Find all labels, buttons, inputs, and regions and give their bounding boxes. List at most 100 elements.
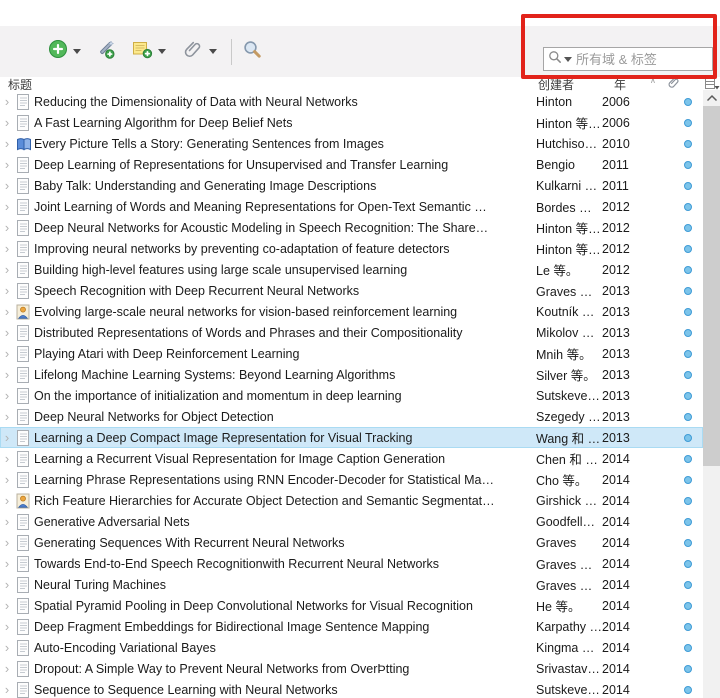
table-row[interactable]: ›Generative Adversarial NetsGoodfell…201… (0, 511, 703, 532)
expand-chevron-icon[interactable]: › (0, 448, 14, 469)
table-row[interactable]: ›Playing Atari with Deep Reinforcement L… (0, 343, 703, 364)
expand-chevron-icon[interactable]: › (0, 301, 14, 322)
expand-chevron-icon[interactable]: › (0, 553, 14, 574)
table-row[interactable]: ›Generating Sequences With Recurrent Neu… (0, 532, 703, 553)
table-row[interactable]: ›Deep Learning of Representations for Un… (0, 154, 703, 175)
journal-article-icon (14, 577, 34, 593)
expand-chevron-icon[interactable]: › (0, 238, 14, 259)
expand-chevron-icon[interactable]: › (0, 364, 14, 385)
library-window: 标题 创建者 年 ∧ ›Reducing the Dimensionality … (0, 0, 720, 698)
attachment-dot-icon (684, 182, 692, 190)
item-title: Learning a Deep Compact Image Representa… (34, 431, 536, 445)
quick-search-box[interactable] (543, 47, 713, 71)
table-row[interactable]: ›Learning Phrase Representations using R… (0, 469, 703, 490)
journal-article-icon (14, 115, 34, 131)
expand-chevron-icon[interactable]: › (0, 343, 14, 364)
item-year: 2012 (602, 200, 640, 214)
item-year: 2010 (602, 137, 640, 151)
expand-chevron-icon[interactable]: › (0, 259, 14, 280)
expand-chevron-icon[interactable]: › (0, 616, 14, 637)
table-row[interactable]: ›Spatial Pyramid Pooling in Deep Convolu… (0, 595, 703, 616)
scrollbar-thumb[interactable] (703, 106, 720, 466)
expand-chevron-icon[interactable]: › (0, 385, 14, 406)
table-row[interactable]: ›Improving neural networks by preventing… (0, 238, 703, 259)
expand-chevron-icon[interactable]: › (0, 532, 14, 553)
new-item-button[interactable] (48, 39, 81, 64)
table-row[interactable]: ›Learning a Recurrent Visual Representat… (0, 448, 703, 469)
table-row[interactable]: ›Sequence to Sequence Learning with Neur… (0, 679, 703, 698)
item-year: 2014 (602, 536, 640, 550)
attachment-dot-icon (684, 266, 692, 274)
book-section-icon (14, 136, 34, 152)
expand-chevron-icon[interactable]: › (0, 595, 14, 616)
table-row[interactable]: ›Joint Learning of Words and Meaning Rep… (0, 196, 703, 217)
item-creator: Kulkarni … (536, 179, 602, 193)
table-row[interactable]: ›On the importance of initialization and… (0, 385, 703, 406)
attachment-dot-icon (684, 224, 692, 232)
expand-chevron-icon[interactable]: › (0, 427, 14, 448)
table-row[interactable]: ›A Fast Learning Algorithm for Deep Beli… (0, 112, 703, 133)
table-row[interactable]: ›Baby Talk: Understanding and Generating… (0, 175, 703, 196)
table-row[interactable]: ›Towards End-to-End Speech Recognitionwi… (0, 553, 703, 574)
table-row[interactable]: ›Auto-Encoding Variational BayesKingma …… (0, 637, 703, 658)
table-row[interactable]: ›Building high-level features using larg… (0, 259, 703, 280)
new-note-button[interactable] (132, 39, 166, 64)
vertical-scrollbar[interactable] (703, 90, 720, 698)
item-year: 2006 (602, 95, 640, 109)
expand-chevron-icon[interactable]: › (0, 217, 14, 238)
expand-chevron-icon[interactable]: › (0, 175, 14, 196)
item-year: 2014 (602, 473, 640, 487)
expand-chevron-icon[interactable]: › (0, 490, 14, 511)
expand-chevron-icon[interactable]: › (0, 679, 14, 698)
item-year: 2012 (602, 221, 640, 235)
table-row[interactable]: ›Lifelong Machine Learning Systems: Beyo… (0, 364, 703, 385)
item-year: 2012 (602, 242, 640, 256)
table-row[interactable]: ›Distributed Representations of Words an… (0, 322, 703, 343)
table-row[interactable]: › Learning a Deep Compact Image Represent… (0, 427, 703, 448)
table-row[interactable]: ›Deep Neural Networks for Acoustic Model… (0, 217, 703, 238)
expand-chevron-icon[interactable]: › (0, 280, 14, 301)
attachment-dot-icon (684, 623, 692, 631)
advanced-search-button[interactable] (242, 39, 263, 65)
expand-chevron-icon[interactable]: › (0, 574, 14, 595)
expand-chevron-icon[interactable]: › (0, 637, 14, 658)
table-row[interactable]: ›Rich Feature Hierarchies for Accurate O… (0, 490, 703, 511)
item-creator: Koutník … (536, 305, 602, 319)
expand-chevron-icon[interactable]: › (0, 322, 14, 343)
journal-article-icon (14, 661, 34, 677)
add-by-identifier-button[interactable] (95, 39, 116, 65)
expand-chevron-icon[interactable]: › (0, 154, 14, 175)
table-row[interactable]: ›Dropout: A Simple Way to Prevent Neural… (0, 658, 703, 679)
search-magnifier-icon (548, 50, 562, 69)
table-row[interactable]: ›Deep Fragment Embeddings for Bidirectio… (0, 616, 703, 637)
sort-ascending-caret: ∧ (650, 76, 656, 85)
expand-chevron-icon[interactable]: › (0, 511, 14, 532)
expand-chevron-icon[interactable]: › (0, 112, 14, 133)
expand-chevron-icon[interactable]: › (0, 133, 14, 154)
new-note-dropdown-caret[interactable] (158, 49, 166, 54)
item-year: 2014 (602, 599, 640, 613)
expand-chevron-icon[interactable]: › (0, 196, 14, 217)
scrollbar-up-arrow-icon[interactable] (703, 90, 720, 105)
table-row[interactable]: ›Reducing the Dimensionality of Data wit… (0, 91, 703, 112)
search-input[interactable] (576, 52, 708, 67)
new-note-icon (132, 39, 153, 64)
item-year: 2013 (602, 410, 640, 424)
table-row[interactable]: ›Neural Turing MachinesGraves 等…2014 (0, 574, 703, 595)
expand-chevron-icon[interactable]: › (0, 406, 14, 427)
expand-chevron-icon[interactable]: › (0, 91, 14, 112)
table-row[interactable]: ›Deep Neural Networks for Object Detecti… (0, 406, 703, 427)
table-row[interactable]: ›Every Picture Tells a Story: Generating… (0, 133, 703, 154)
new-item-dropdown-caret[interactable] (73, 49, 81, 54)
expand-chevron-icon[interactable]: › (0, 469, 14, 490)
add-attachment-dropdown-caret[interactable] (209, 49, 217, 54)
item-year: 2014 (602, 578, 640, 592)
search-scope-dropdown-caret[interactable] (564, 57, 572, 62)
attachment-dot-icon (684, 287, 692, 295)
add-attachment-button[interactable] (184, 39, 217, 64)
table-row[interactable]: ›Evolving large-scale neural networks fo… (0, 301, 703, 322)
column-picker-icon[interactable] (704, 77, 720, 91)
expand-chevron-icon[interactable]: › (0, 658, 14, 679)
table-row[interactable]: ›Speech Recognition with Deep Recurrent … (0, 280, 703, 301)
item-year: 2013 (602, 326, 640, 340)
